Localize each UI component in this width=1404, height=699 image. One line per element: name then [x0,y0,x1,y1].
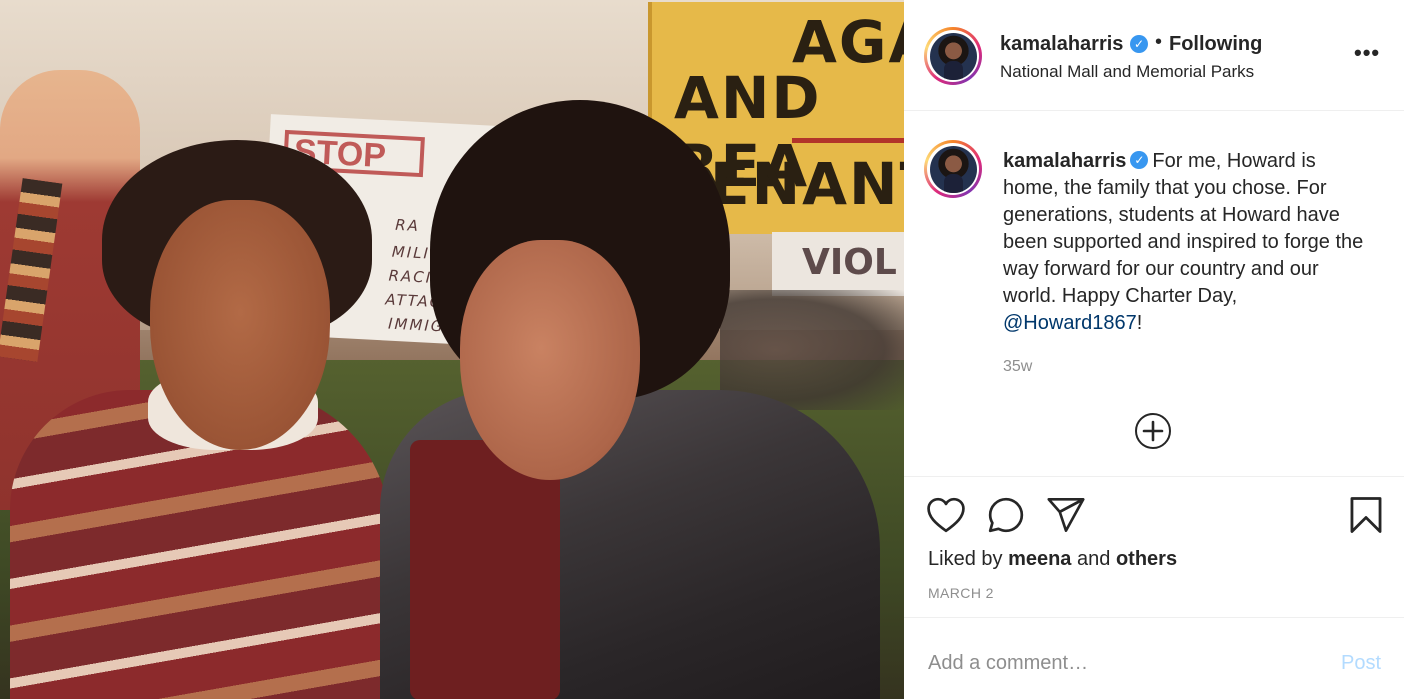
post-time-ago[interactable]: 35w [1003,358,1032,376]
comment-bar: Post [904,619,1404,699]
plus-circle-icon[interactable] [1135,413,1171,449]
post-comment-button[interactable]: Post [1341,652,1381,675]
post-photo[interactable]: AGA AND REA ENANT STOP RA MILI RACIST AT… [0,0,904,699]
likes-prefix: Liked by [928,548,1003,570]
caption-body: kamalaharris ✓ For me, Howard is home, the… [1003,148,1373,337]
heart-glyph [927,497,965,533]
verified-badge-icon: ✓ [1130,150,1149,169]
caption-text-end: ! [1136,312,1143,334]
following-button[interactable]: Following [1169,33,1262,56]
photo-person-striped-sweater [10,140,390,699]
likes-and: and [1077,548,1111,570]
send-glyph [1047,498,1085,532]
comment-icon[interactable] [986,495,1026,535]
heart-icon[interactable] [926,495,966,535]
more-options-icon[interactable]: ••• [1354,40,1380,66]
post-caption: kamalaharris ✓ For me, Howard is home, the… [904,111,1404,477]
liked-by-user-link[interactable]: meena [1008,548,1071,570]
send-icon[interactable] [1046,495,1086,535]
avatar-image [929,145,977,193]
avatar-ring [927,143,979,195]
likes-summary: Liked by meena and others [928,548,1177,571]
bookmark-glyph [1350,497,1382,533]
photo-face [150,200,330,450]
mention-link[interactable]: @Howard1867 [1003,312,1137,334]
likes-others-link[interactable]: others [1116,548,1177,570]
location-link[interactable]: National Mall and Memorial Parks [1000,62,1254,82]
avatar-image [929,32,977,80]
author-username[interactable]: kamalaharris [1000,33,1123,56]
bookmark-icon[interactable] [1346,495,1386,535]
separator-dot: • [1155,31,1163,53]
caption-text: For me, Howard is home, the family that … [1003,150,1364,307]
post-sidebar: kamalaharris ✓ • Following National Mall… [904,0,1404,699]
plus-glyph [1142,420,1164,442]
caption-username[interactable]: kamalaharris [1003,150,1126,172]
photo-face [460,240,640,480]
comment-glyph [988,497,1024,533]
post-date[interactable]: MARCH 2 [928,585,994,601]
photo-person-leather-jacket [380,100,880,699]
avatar[interactable] [924,140,982,198]
comment-input[interactable] [928,649,1308,677]
post-header: kamalaharris ✓ • Following National Mall… [904,0,1404,111]
avatar[interactable] [924,27,982,85]
avatar-ring [927,30,979,82]
verified-badge-icon: ✓ [1130,35,1148,53]
post-actions: Liked by meena and others MARCH 2 [904,478,1404,618]
